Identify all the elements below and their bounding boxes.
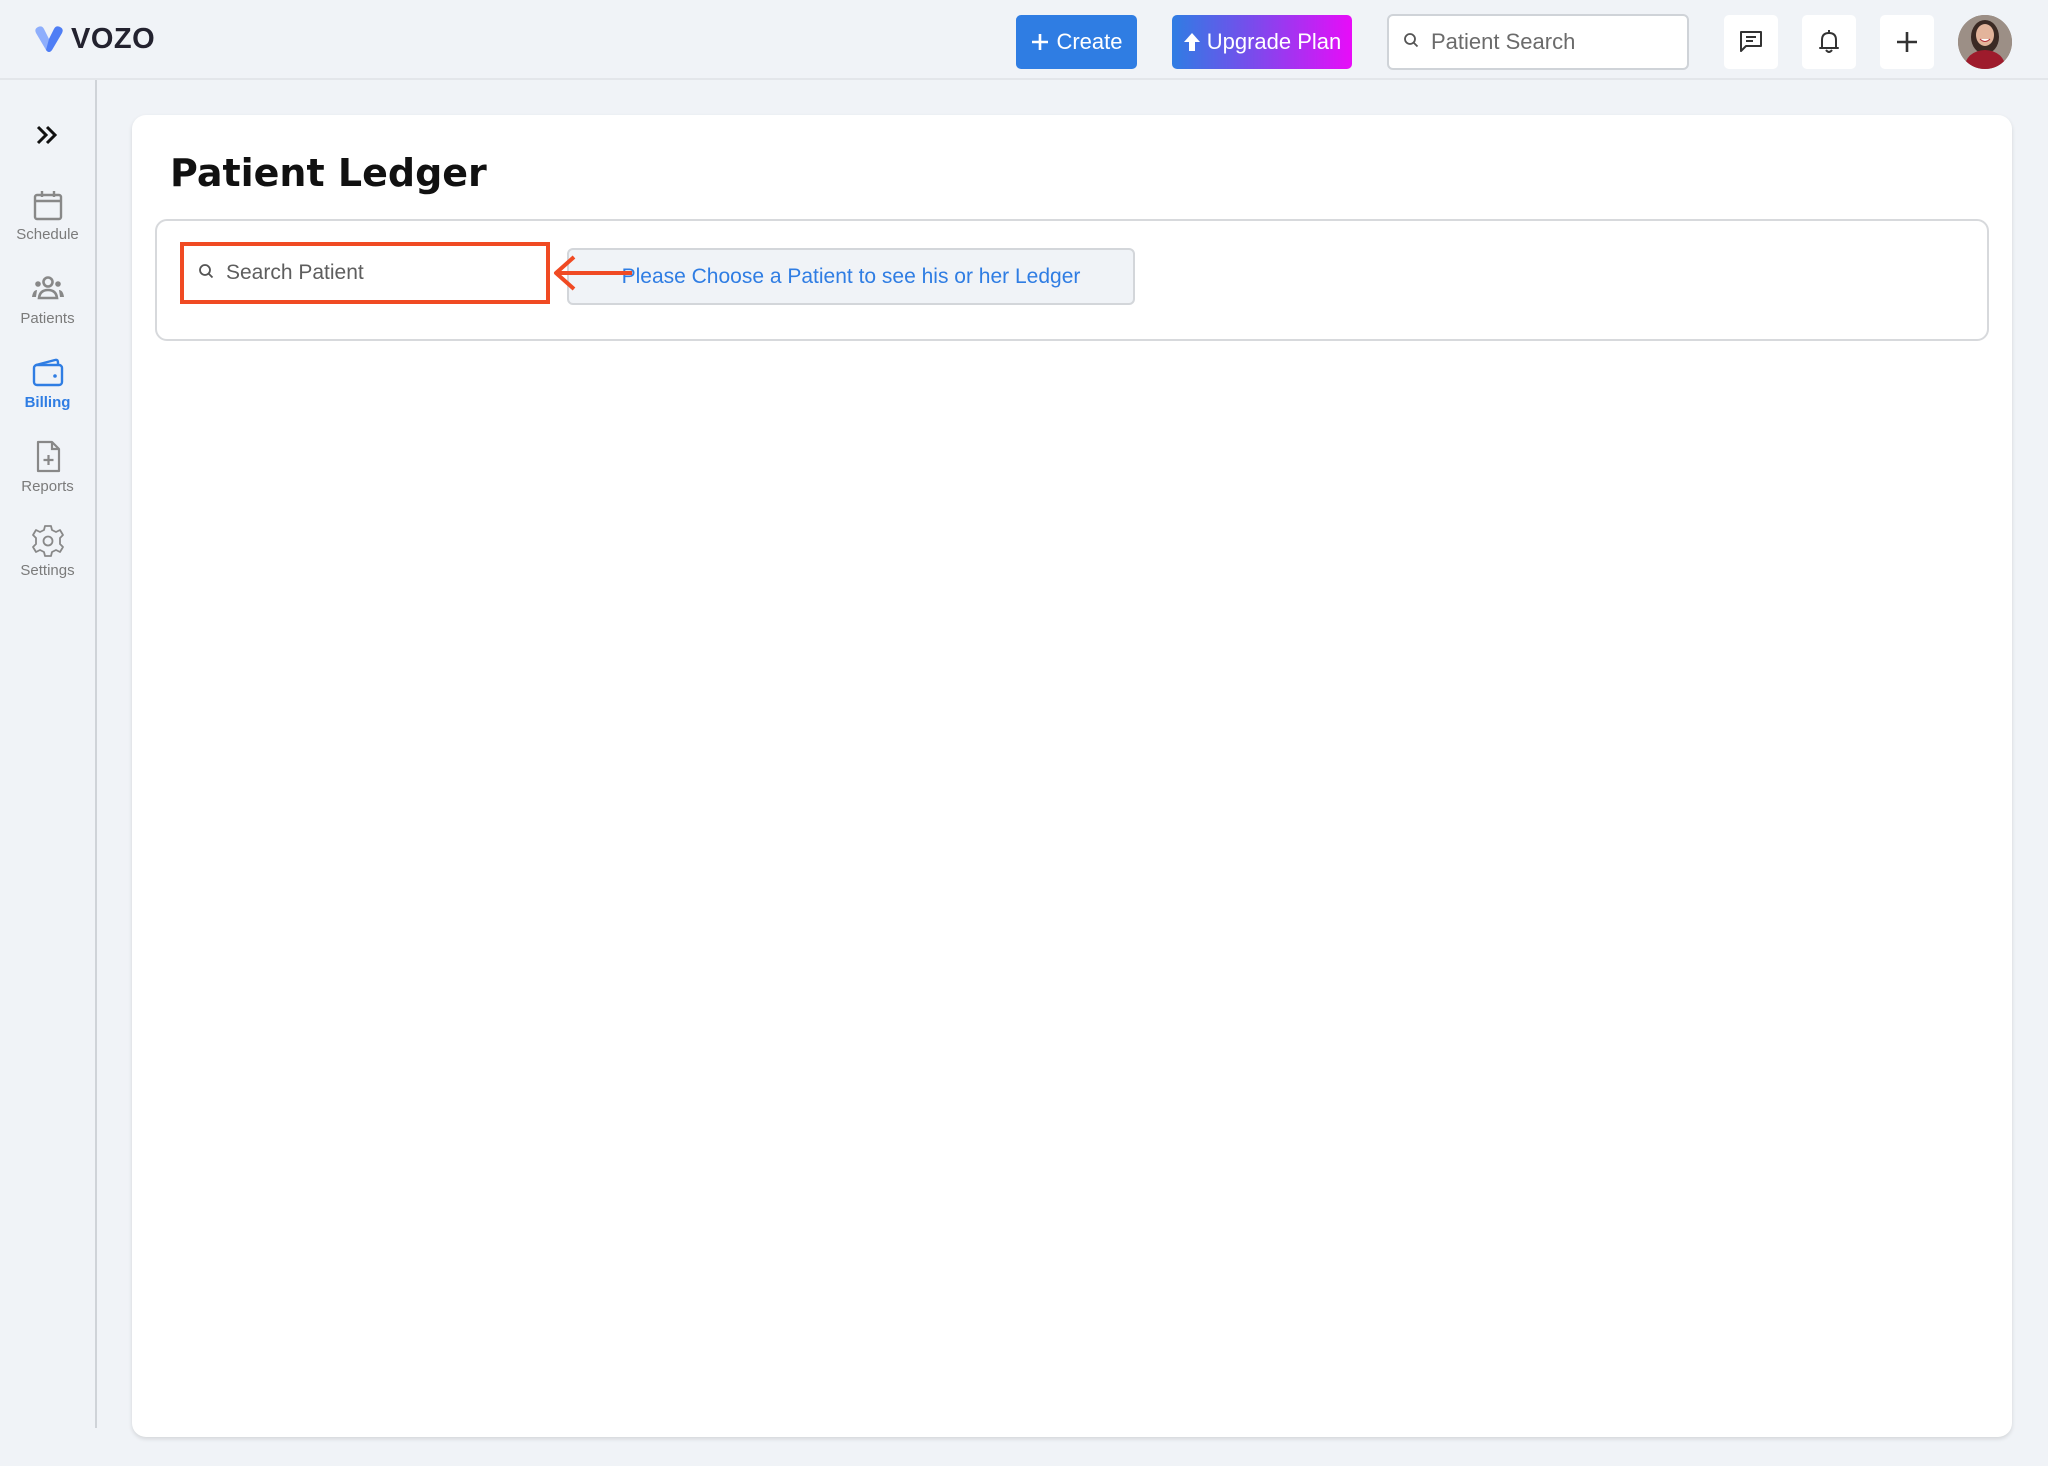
sidebar-item-label: Patients — [20, 310, 75, 327]
search-patient-input[interactable] — [226, 261, 526, 285]
users-icon — [31, 276, 64, 300]
upgrade-plan-button[interactable]: Upgrade Plan — [1172, 15, 1352, 69]
logo[interactable]: VOZO — [33, 22, 155, 56]
create-label: Create — [1056, 29, 1123, 54]
upgrade-label: Upgrade Plan — [1206, 29, 1342, 54]
page-title: Patient Ledger — [170, 151, 487, 195]
sidebar-item-reports[interactable]: Reports — [0, 440, 95, 495]
search-patient-field[interactable] — [180, 242, 550, 304]
sidebar-item-label: Billing — [24, 394, 71, 411]
double-chevron-right-icon[interactable] — [34, 122, 60, 148]
annotation-arrow-icon — [554, 255, 632, 291]
plus-icon — [1030, 32, 1050, 52]
sidebar-item-schedule[interactable]: Schedule — [0, 188, 95, 243]
file-plus-icon — [36, 440, 60, 473]
user-avatar[interactable] — [1958, 15, 2012, 69]
ledger-search-panel: Please Choose a Patient to see his or he… — [155, 219, 1989, 341]
avatar-image — [1958, 15, 2012, 69]
notifications-button[interactable] — [1802, 15, 1856, 69]
search-icon — [1403, 32, 1419, 53]
sidebar-item-label: Settings — [20, 562, 75, 579]
create-button[interactable]: Create — [1016, 15, 1137, 69]
choose-patient-message: Please Choose a Patient to see his or he… — [567, 248, 1135, 305]
main-card: Patient Ledger Please Choose a Patient t… — [132, 115, 2012, 1437]
sidebar-item-label: Schedule — [16, 226, 79, 243]
bell-icon — [1819, 30, 1839, 53]
search-icon — [198, 263, 214, 284]
add-button[interactable] — [1880, 15, 1934, 69]
top-header: VOZO Create Upgrade Plan — [0, 0, 2048, 80]
sidebar-item-settings[interactable]: Settings — [0, 524, 95, 579]
sidebar-item-label: Reports — [21, 478, 74, 495]
sidebar: Schedule Patients Billing Reports Settin… — [0, 80, 97, 1428]
sidebar-item-patients[interactable]: Patients — [0, 272, 95, 327]
message-icon — [1740, 31, 1762, 52]
arrow-up-icon — [1183, 32, 1201, 52]
vozo-heart-icon — [35, 26, 63, 52]
wallet-icon — [32, 358, 63, 387]
sidebar-item-billing[interactable]: Billing — [0, 356, 95, 411]
plus-icon — [1897, 32, 1917, 52]
calendar-icon — [33, 191, 62, 221]
info-message-text: Please Choose a Patient to see his or he… — [621, 264, 1081, 288]
logo-text: VOZO — [71, 22, 156, 55]
patient-search-field[interactable] — [1387, 14, 1689, 70]
gear-icon — [31, 525, 64, 557]
patient-search-input[interactable] — [1431, 29, 1671, 55]
messages-button[interactable] — [1724, 15, 1778, 69]
